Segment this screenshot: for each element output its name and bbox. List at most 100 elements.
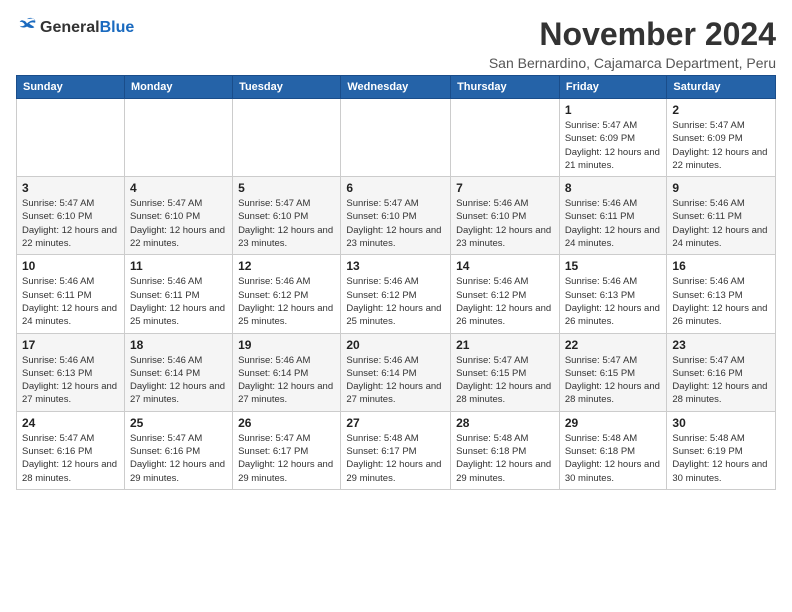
day-number: 14 [456,259,554,273]
calendar-header: SundayMondayTuesdayWednesdayThursdayFrid… [17,76,776,99]
location-subtitle: San Bernardino, Cajamarca Department, Pe… [489,55,776,71]
day-number: 23 [672,338,770,352]
day-info: Sunrise: 5:48 AM Sunset: 6:19 PM Dayligh… [672,432,770,485]
calendar-cell: 8Sunrise: 5:46 AM Sunset: 6:11 PM Daylig… [559,177,667,255]
day-info: Sunrise: 5:46 AM Sunset: 6:11 PM Dayligh… [22,275,119,328]
day-number: 17 [22,338,119,352]
day-number: 19 [238,338,335,352]
calendar-cell [451,99,560,177]
calendar-cell: 23 Sunrise: 5:47 AM Sunset: 6:16 PM Dayli… [667,333,776,411]
day-info: Sunrise: 5:46 AM Sunset: 6:13 PM Dayligh… [565,275,662,328]
day-number: 28 [456,416,554,430]
day-number: 5 [238,181,335,195]
day-number: 7 [456,181,554,195]
weekday-tuesday: Tuesday [233,76,341,99]
day-info: Sunrise: 5:46 AM Sunset: 6:12 PM Dayligh… [238,275,335,328]
day-info: Sunrise: 5:46 AM Sunset: 6:11 PM Dayligh… [565,197,662,250]
calendar-cell: 5 Sunrise: 5:47 AM Sunset: 6:10 PM Daylig… [233,177,341,255]
calendar-cell: 18 Sunrise: 5:46 AM Sunset: 6:14 PM Dayli… [124,333,232,411]
calendar-cell: 7 Sunrise: 5:46 AM Sunset: 6:10 PM Daylig… [451,177,560,255]
calendar-week-5: 24 Sunrise: 5:47 AM Sunset: 6:16 PM Dayli… [17,411,776,489]
calendar-cell: 21Sunrise: 5:47 AM Sunset: 6:15 PM Dayli… [451,333,560,411]
calendar-cell [124,99,232,177]
calendar-body: 1 Sunrise: 5:47 AM Sunset: 6:09 PM Daylig… [17,99,776,490]
day-info: Sunrise: 5:47 AM Sunset: 6:10 PM Dayligh… [130,197,227,250]
day-info: Sunrise: 5:47 AM Sunset: 6:10 PM Dayligh… [346,197,445,250]
day-number: 25 [130,416,227,430]
day-info: Sunrise: 5:46 AM Sunset: 6:14 PM Dayligh… [346,354,445,407]
calendar-cell: 1 Sunrise: 5:47 AM Sunset: 6:09 PM Daylig… [559,99,667,177]
calendar-cell: 17 Sunrise: 5:46 AM Sunset: 6:13 PM Dayli… [17,333,125,411]
calendar-cell: 30 Sunrise: 5:48 AM Sunset: 6:19 PM Dayli… [667,411,776,489]
weekday-header-row: SundayMondayTuesdayWednesdayThursdayFrid… [17,76,776,99]
day-number: 9 [672,181,770,195]
day-info: Sunrise: 5:47 AM Sunset: 6:16 PM Dayligh… [672,354,770,407]
calendar-week-1: 1 Sunrise: 5:47 AM Sunset: 6:09 PM Daylig… [17,99,776,177]
calendar-cell: 12 Sunrise: 5:46 AM Sunset: 6:12 PM Dayli… [233,255,341,333]
calendar-week-3: 10 Sunrise: 5:46 AM Sunset: 6:11 PM Dayli… [17,255,776,333]
weekday-friday: Friday [559,76,667,99]
day-info: Sunrise: 5:46 AM Sunset: 6:13 PM Dayligh… [22,354,119,407]
day-info: Sunrise: 5:46 AM Sunset: 6:11 PM Dayligh… [130,275,227,328]
day-number: 3 [22,181,119,195]
day-number: 1 [565,103,662,117]
calendar-cell: 2Sunrise: 5:47 AM Sunset: 6:09 PM Daylig… [667,99,776,177]
day-number: 11 [130,259,227,273]
calendar-cell: 9 Sunrise: 5:46 AM Sunset: 6:11 PM Daylig… [667,177,776,255]
calendar-cell [233,99,341,177]
day-number: 21 [456,338,554,352]
calendar-cell: 6Sunrise: 5:47 AM Sunset: 6:10 PM Daylig… [341,177,451,255]
calendar-cell: 15 Sunrise: 5:46 AM Sunset: 6:13 PM Dayli… [559,255,667,333]
day-number: 12 [238,259,335,273]
calendar-table: SundayMondayTuesdayWednesdayThursdayFrid… [16,75,776,490]
title-area: November 2024 San Bernardino, Cajamarca … [489,16,776,71]
day-number: 27 [346,416,445,430]
logo-blue: Blue [100,19,135,36]
weekday-sunday: Sunday [17,76,125,99]
day-info: Sunrise: 5:46 AM Sunset: 6:14 PM Dayligh… [238,354,335,407]
day-number: 26 [238,416,335,430]
day-number: 30 [672,416,770,430]
calendar-cell: 28Sunrise: 5:48 AM Sunset: 6:18 PM Dayli… [451,411,560,489]
header: GeneralBlue November 2024 San Bernardino… [16,16,776,71]
day-number: 18 [130,338,227,352]
day-number: 10 [22,259,119,273]
calendar-cell: 19 Sunrise: 5:46 AM Sunset: 6:14 PM Dayli… [233,333,341,411]
day-number: 16 [672,259,770,273]
day-number: 24 [22,416,119,430]
day-info: Sunrise: 5:47 AM Sunset: 6:10 PM Dayligh… [22,197,119,250]
day-info: Sunrise: 5:47 AM Sunset: 6:10 PM Dayligh… [238,197,335,250]
day-number: 2 [672,103,770,117]
day-info: Sunrise: 5:46 AM Sunset: 6:14 PM Dayligh… [130,354,227,407]
weekday-saturday: Saturday [667,76,776,99]
day-info: Sunrise: 5:46 AM Sunset: 6:12 PM Dayligh… [346,275,445,328]
day-info: Sunrise: 5:47 AM Sunset: 6:16 PM Dayligh… [22,432,119,485]
day-info: Sunrise: 5:48 AM Sunset: 6:17 PM Dayligh… [346,432,445,485]
calendar-cell [341,99,451,177]
calendar-cell: 27 Sunrise: 5:48 AM Sunset: 6:17 PM Dayli… [341,411,451,489]
calendar-cell: 16Sunrise: 5:46 AM Sunset: 6:13 PM Dayli… [667,255,776,333]
calendar-cell: 11 Sunrise: 5:46 AM Sunset: 6:11 PM Dayli… [124,255,232,333]
calendar-week-4: 17 Sunrise: 5:46 AM Sunset: 6:13 PM Dayli… [17,333,776,411]
day-number: 22 [565,338,662,352]
logo-image [16,16,38,39]
day-number: 15 [565,259,662,273]
calendar-cell: 10 Sunrise: 5:46 AM Sunset: 6:11 PM Dayli… [17,255,125,333]
logo-general: General [40,19,100,36]
calendar-cell: 13Sunrise: 5:46 AM Sunset: 6:12 PM Dayli… [341,255,451,333]
day-number: 20 [346,338,445,352]
day-info: Sunrise: 5:47 AM Sunset: 6:17 PM Dayligh… [238,432,335,485]
day-info: Sunrise: 5:46 AM Sunset: 6:12 PM Dayligh… [456,275,554,328]
calendar-cell: 20 Sunrise: 5:46 AM Sunset: 6:14 PM Dayli… [341,333,451,411]
day-info: Sunrise: 5:47 AM Sunset: 6:09 PM Dayligh… [565,119,662,172]
calendar-cell: 3 Sunrise: 5:47 AM Sunset: 6:10 PM Daylig… [17,177,125,255]
day-info: Sunrise: 5:46 AM Sunset: 6:11 PM Dayligh… [672,197,770,250]
calendar-cell: 22 Sunrise: 5:47 AM Sunset: 6:15 PM Dayli… [559,333,667,411]
weekday-thursday: Thursday [451,76,560,99]
day-number: 29 [565,416,662,430]
day-info: Sunrise: 5:47 AM Sunset: 6:16 PM Dayligh… [130,432,227,485]
day-info: Sunrise: 5:47 AM Sunset: 6:15 PM Dayligh… [565,354,662,407]
calendar-week-2: 3 Sunrise: 5:47 AM Sunset: 6:10 PM Daylig… [17,177,776,255]
day-info: Sunrise: 5:46 AM Sunset: 6:10 PM Dayligh… [456,197,554,250]
weekday-monday: Monday [124,76,232,99]
